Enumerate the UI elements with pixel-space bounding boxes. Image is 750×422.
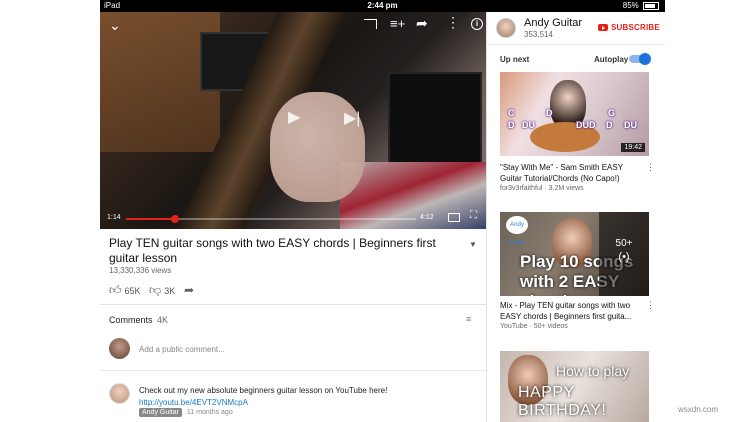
video-item-title[interactable]: "Stay With Me" - Sam Smith EASY Guitar T…: [500, 162, 640, 184]
next-icon[interactable]: ▶|: [344, 111, 360, 127]
video-duration: 19:42: [621, 143, 645, 152]
playlist-icon: (•): [618, 251, 630, 263]
avatar: [109, 338, 130, 359]
duration: 4:12: [420, 214, 434, 221]
chord-label: DUD: [576, 120, 596, 130]
view-count: 13,330,336 views: [109, 266, 172, 275]
battery-icon: [643, 1, 659, 10]
video-thumbnail[interactable]: Andy Guitar Play 10 songs with 2 EASY ch…: [500, 212, 649, 296]
author-badge[interactable]: Andy Guitar: [139, 408, 182, 417]
comment-body: Check out my new absolute beginners guit…: [139, 386, 388, 395]
comment-text: Check out my new absolute beginners guit…: [139, 385, 459, 409]
dislike-button[interactable]: 👎︎ 3K: [149, 283, 175, 298]
collapse-chevron-icon[interactable]: ⌄: [109, 18, 121, 32]
up-next-label: Up next: [500, 55, 530, 64]
thumbs-up-icon: 👍︎: [109, 283, 122, 297]
current-time: 1:14: [107, 214, 121, 221]
chord-label: DU: [624, 120, 637, 130]
video-item-channel: for3v3rfaithful: [500, 185, 543, 192]
video-thumbnail[interactable]: How to play HAPPY BIRTHDAY!: [500, 351, 649, 422]
left-margin: [0, 0, 100, 422]
chord-label: DU: [522, 120, 535, 130]
comments-heading: Comments: [109, 315, 153, 325]
autoplay-toggle[interactable]: [629, 53, 651, 65]
divider: [487, 44, 665, 45]
video-item-meta: for3v3rfaithful · 3.2M views: [500, 185, 584, 192]
chord-label: D: [508, 120, 515, 130]
captions-icon[interactable]: [448, 213, 460, 222]
video-item-views: 3.2M views: [548, 185, 584, 192]
comment-age: 11 months ago: [186, 409, 233, 416]
info-icon[interactable]: i: [471, 18, 483, 30]
comment-link[interactable]: http://youtu.be/4EVT2VNMcpA: [139, 398, 248, 407]
more-options-icon[interactable]: ⋮: [646, 162, 655, 173]
status-bar: iPad 2:44 pm 85%: [100, 0, 665, 12]
youtube-logo-icon: [598, 24, 608, 31]
channel-logo: Andy Guitar: [506, 216, 528, 246]
progress-bar[interactable]: [126, 215, 416, 223]
like-button[interactable]: 👍︎ 65K: [109, 283, 141, 298]
divider: [100, 304, 486, 305]
comments-count: 4K: [157, 315, 169, 325]
add-comment-input[interactable]: Add a public comment...: [139, 345, 225, 354]
video-item-count: 50+ videos: [533, 323, 568, 330]
progress-fill: [126, 218, 176, 220]
channel-name[interactable]: Andy Guitar: [524, 17, 582, 29]
subscriber-count: 353,514: [524, 30, 553, 39]
battery-percent: 85%: [622, 1, 639, 10]
share-arrow-icon: ➦: [184, 283, 195, 297]
more-options-icon[interactable]: ⋮: [646, 300, 655, 311]
fullscreen-icon[interactable]: ⛶: [470, 211, 477, 221]
chord-label: G: [608, 108, 616, 118]
thumbnail-text: HAPPY BIRTHDAY!: [518, 384, 607, 419]
share-button[interactable]: ➦: [184, 283, 197, 297]
chord-label: D: [546, 108, 553, 118]
add-to-playlist-icon[interactable]: ≡+: [390, 17, 405, 30]
sort-comments-icon[interactable]: ≡: [466, 314, 471, 324]
chord-label: C: [508, 108, 515, 118]
video-thumbnail[interactable]: C D DU DUD D G DU D 19:42: [500, 72, 649, 156]
video-player[interactable]: ⌄ ≡+ ➦ ⋮ i ▶ ▶| 1:14 4:12 ⛶: [100, 12, 486, 229]
video-title: Play TEN guitar songs with two EASY chor…: [109, 236, 436, 265]
dislike-count: 3K: [164, 285, 176, 296]
subscribe-button[interactable]: SUBSCRIBE: [598, 23, 660, 32]
thumbnail-text: How to play: [556, 363, 630, 379]
like-count: 65K: [124, 285, 141, 296]
playlist-overlay: 50+ (•): [599, 212, 649, 296]
video-item-channel: YouTube: [500, 323, 528, 330]
video-item-meta: YouTube · 50+ videos: [500, 323, 568, 330]
watermark: wsxdn.com: [678, 405, 719, 414]
sidebar-divider: [486, 12, 487, 422]
battery-indicator: 85%: [623, 1, 659, 10]
video-item-title[interactable]: Mix - Play TEN guitar songs with two EAS…: [500, 300, 640, 322]
right-margin: [665, 0, 750, 422]
playlist-count: 50+: [615, 238, 633, 249]
autoplay-label: Autoplay: [594, 55, 629, 64]
thumbs-down-icon: 👎︎: [149, 283, 162, 297]
share-icon[interactable]: ➦: [416, 16, 428, 30]
play-icon[interactable]: ▶: [288, 110, 300, 126]
more-options-icon[interactable]: ⋮: [446, 15, 460, 29]
comment-meta: Andy Guitar 11 months ago: [139, 408, 233, 417]
expand-description-icon[interactable]: ▼: [469, 240, 477, 249]
chord-label: D: [606, 120, 613, 130]
channel-avatar[interactable]: [496, 18, 516, 38]
comment-author-avatar[interactable]: [109, 383, 130, 404]
cast-icon[interactable]: [364, 19, 377, 29]
divider: [100, 370, 486, 371]
subscribe-label: SUBSCRIBE: [611, 23, 660, 32]
status-time: 2:44 pm: [367, 1, 398, 10]
